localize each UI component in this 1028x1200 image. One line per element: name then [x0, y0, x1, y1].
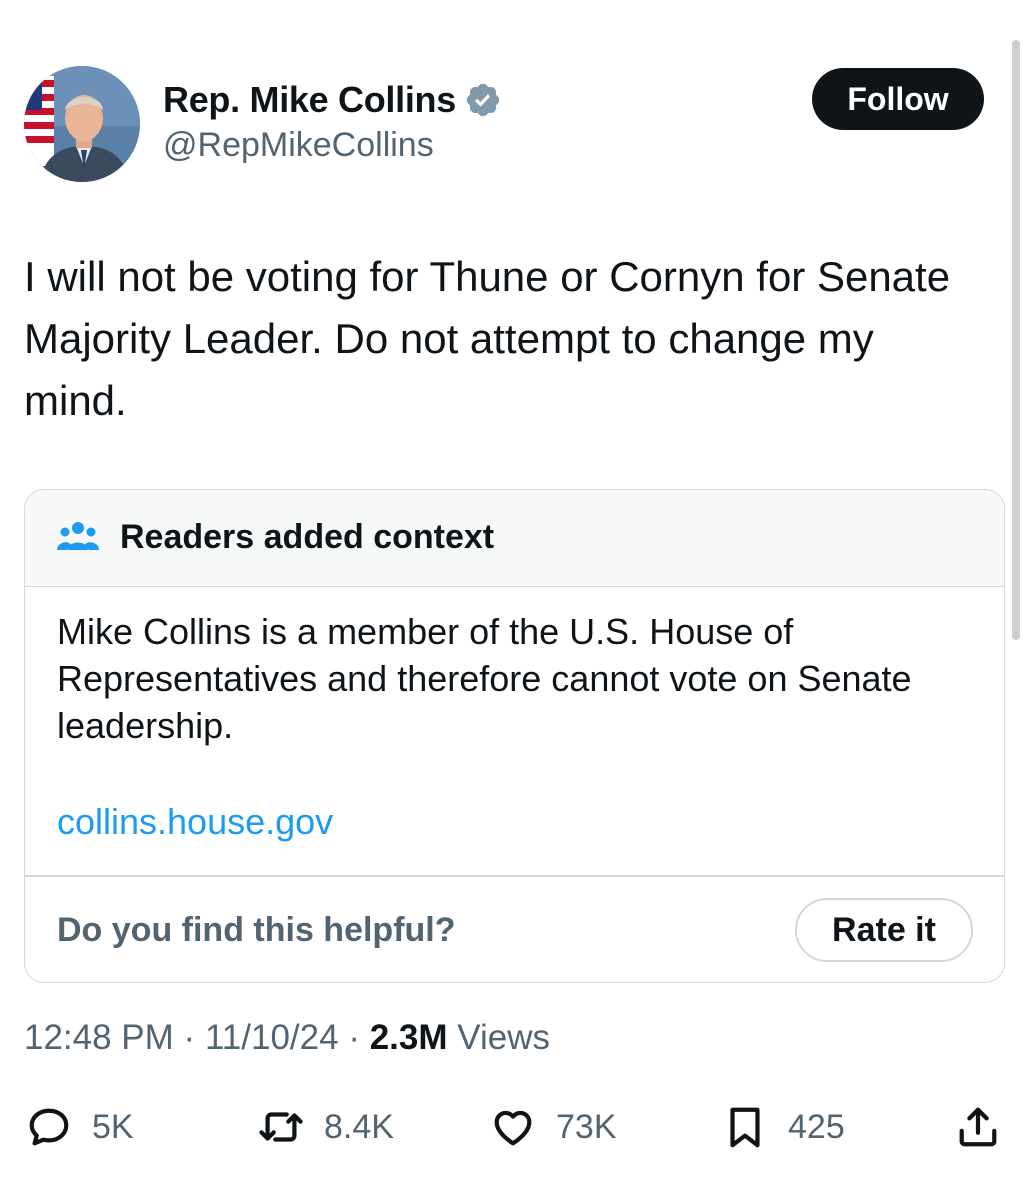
divider	[25, 875, 1004, 877]
separator: ·	[348, 1018, 360, 1057]
reply-count: 5K	[92, 1107, 134, 1146]
community-note-header: Readers added context	[25, 490, 1004, 587]
tweet-date[interactable]: 11/10/24	[205, 1018, 339, 1057]
separator: ·	[183, 1018, 196, 1057]
like-count: 73K	[556, 1107, 617, 1146]
community-note-body: Mike Collins is a member of the U.S. Hou…	[57, 611, 912, 746]
people-icon	[57, 522, 99, 550]
community-note-title: Readers added context	[120, 518, 495, 556]
repost-count: 8.4K	[324, 1107, 394, 1146]
views-label: Views	[457, 1018, 550, 1057]
reply-icon	[29, 1108, 69, 1146]
author-handle[interactable]: @RepMikeCollins	[163, 126, 434, 165]
tweet-time[interactable]: 12:48 PM	[24, 1018, 174, 1057]
follow-button[interactable]: Follow	[812, 68, 984, 130]
verified-badge-icon	[466, 83, 500, 117]
community-note: Readers added context Mike Collins is a …	[24, 489, 1005, 983]
tweet-text: I will not be voting for Thune or Cornyn…	[24, 253, 951, 424]
helpful-prompt: Do you find this helpful?	[57, 911, 456, 949]
scrollbar[interactable]	[1012, 40, 1020, 640]
bookmark-button[interactable]: 425	[722, 1095, 845, 1159]
action-bar: 5K 8.4K 73K 425	[0, 1095, 1028, 1159]
reply-button[interactable]: 5K	[26, 1095, 134, 1159]
like-button[interactable]: 73K	[490, 1095, 617, 1159]
community-note-link[interactable]: collins.house.gov	[57, 801, 333, 843]
repost-icon	[259, 1112, 303, 1142]
author-name[interactable]: Rep. Mike Collins	[163, 79, 456, 121]
heart-icon	[494, 1110, 532, 1146]
repost-button[interactable]: 8.4K	[258, 1095, 394, 1159]
bookmark-icon	[730, 1107, 760, 1148]
share-button[interactable]	[955, 1095, 1001, 1159]
rate-it-button[interactable]: Rate it	[795, 898, 973, 962]
avatar[interactable]	[24, 66, 140, 182]
views-count: 2.3M	[369, 1018, 448, 1057]
share-icon	[959, 1107, 997, 1147]
author-name-row: Rep. Mike Collins	[163, 76, 502, 124]
bookmark-count: 425	[788, 1107, 845, 1146]
tweet-meta: 12:48 PM · 11/10/24 · 2.3M Views	[24, 1018, 550, 1058]
